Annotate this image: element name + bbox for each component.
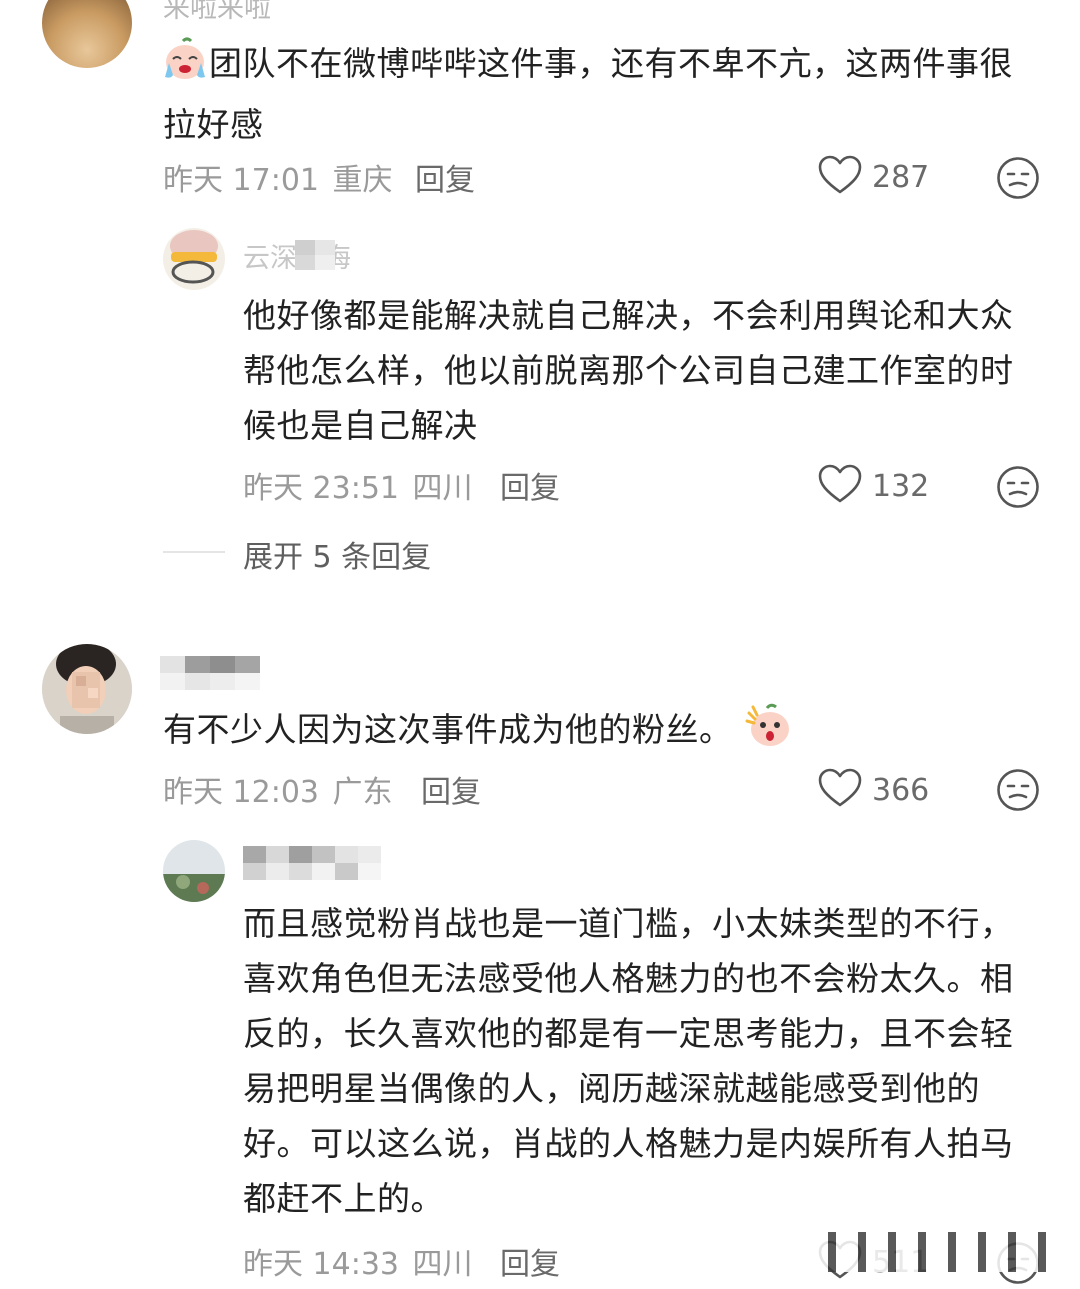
shocked-face-icon bbox=[745, 703, 793, 765]
comment-text: 团队不在微博哔哔这件事，还有不卑不亢，这两件事很拉好感 bbox=[163, 44, 1013, 144]
divider bbox=[163, 551, 225, 553]
dislike-button[interactable] bbox=[996, 465, 1040, 513]
username-redacted[interactable] bbox=[243, 846, 381, 880]
heart-icon bbox=[818, 155, 862, 199]
reply-button[interactable]: 回复 bbox=[500, 1239, 560, 1283]
username-redacted[interactable]: 云深秋海 bbox=[243, 240, 383, 274]
watermark bbox=[806, 1232, 1072, 1272]
avatar[interactable] bbox=[42, 0, 132, 68]
crying-face-icon bbox=[163, 37, 207, 97]
comment-text: 有不少人因为这次事件成为他的粉丝。 bbox=[163, 710, 733, 749]
comment-text: 而且感觉粉肖战也是一道门槛，小太妹类型的不行，喜欢角色但无法感受他人格魅力的也不… bbox=[243, 904, 1014, 1218]
meh-face-icon bbox=[996, 156, 1040, 204]
timestamp: 昨天 14:33 bbox=[243, 1247, 399, 1282]
dislike-button[interactable] bbox=[996, 156, 1040, 204]
like-button[interactable]: 366 bbox=[818, 768, 929, 812]
like-button[interactable]: 132 bbox=[818, 464, 929, 508]
avatar[interactable] bbox=[42, 644, 132, 734]
comment-body: 有不少人因为这次事件成为他的粉丝。 bbox=[163, 702, 1023, 765]
username[interactable]: 来啦来啦 bbox=[163, 0, 271, 25]
like-button[interactable]: 287 bbox=[818, 155, 929, 199]
location: 广东 bbox=[332, 775, 393, 810]
comment-meta: 昨天 12:03 广东 bbox=[163, 767, 393, 811]
reply-button[interactable]: 回复 bbox=[500, 463, 560, 507]
comment-meta: 昨天 17:01 重庆 bbox=[163, 155, 393, 199]
comment-body: 团队不在微博哔哔这件事，还有不卑不亢，这两件事很拉好感 bbox=[163, 36, 1023, 152]
reply-button[interactable]: 回复 bbox=[415, 155, 475, 199]
meh-face-icon bbox=[996, 768, 1040, 816]
expand-replies-button[interactable]: 展开 5 条回复 bbox=[243, 532, 431, 576]
timestamp: 昨天 17:01 bbox=[163, 163, 319, 198]
comment-meta: 昨天 14:33 四川 bbox=[243, 1239, 473, 1283]
like-count: 287 bbox=[872, 159, 930, 195]
timestamp: 昨天 12:03 bbox=[163, 775, 319, 810]
like-count: 366 bbox=[872, 772, 930, 808]
comment-text: 他好像都是能解决就自己解决，不会利用舆论和大众帮他怎么样，他以前脱离那个公司自己… bbox=[243, 296, 1014, 445]
meh-face-icon bbox=[996, 465, 1040, 513]
username-redacted[interactable] bbox=[160, 656, 260, 690]
timestamp: 昨天 23:51 bbox=[243, 471, 399, 506]
dislike-button[interactable] bbox=[996, 768, 1040, 816]
location: 重庆 bbox=[332, 163, 393, 198]
avatar[interactable] bbox=[163, 228, 225, 290]
heart-icon bbox=[818, 768, 862, 812]
comment-meta: 昨天 23:51 四川 bbox=[243, 463, 473, 507]
heart-icon bbox=[818, 464, 862, 508]
avatar[interactable] bbox=[163, 840, 225, 902]
location: 四川 bbox=[412, 471, 473, 506]
blur-mosaic bbox=[295, 240, 335, 270]
location: 四川 bbox=[412, 1247, 473, 1282]
reply-button[interactable]: 回复 bbox=[421, 767, 481, 811]
like-count: 132 bbox=[872, 468, 930, 504]
